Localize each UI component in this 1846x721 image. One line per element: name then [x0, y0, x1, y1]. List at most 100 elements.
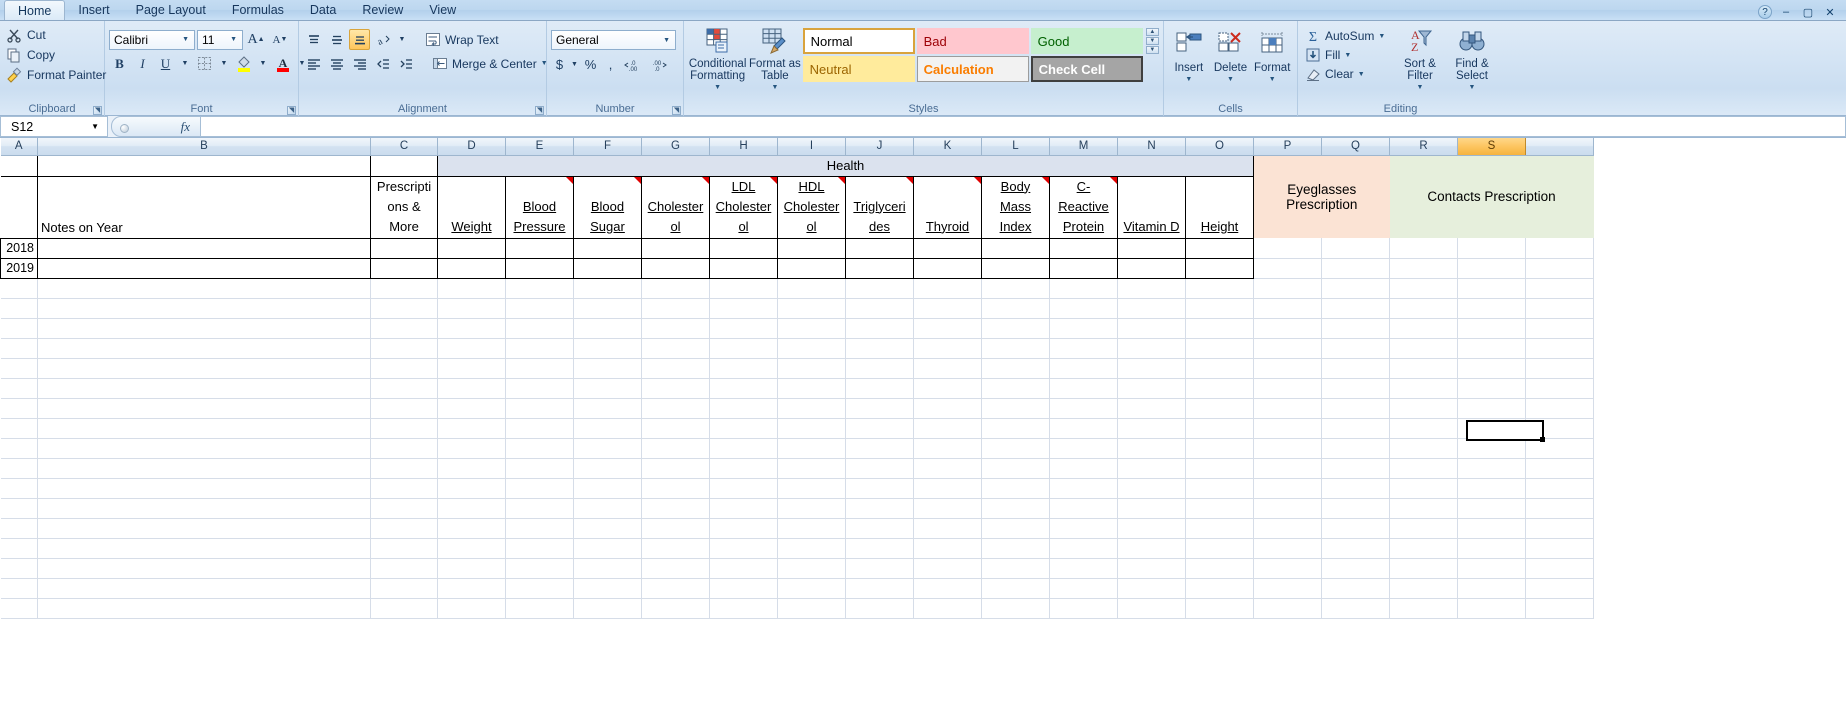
grid-cell[interactable]	[573, 398, 642, 419]
grid-cell[interactable]	[845, 458, 914, 479]
grid-cell[interactable]	[1049, 438, 1118, 459]
grid-cell[interactable]	[505, 418, 574, 439]
grid-cell[interactable]	[0, 458, 38, 479]
grid-cell[interactable]	[370, 278, 438, 299]
grid-cell[interactable]	[1253, 578, 1322, 599]
grid-cell[interactable]	[1049, 298, 1118, 319]
blood-sugar-cell-2019[interactable]	[573, 257, 642, 279]
grid-cell[interactable]	[709, 398, 778, 419]
grid-cell[interactable]	[1389, 318, 1458, 339]
grid-cell[interactable]	[573, 358, 642, 379]
grid-cell[interactable]	[981, 558, 1050, 579]
column-header-k[interactable]: K	[913, 138, 982, 156]
grid-cell[interactable]	[37, 518, 371, 539]
bmi-cell-2018[interactable]	[981, 237, 1050, 259]
grid-cell[interactable]	[981, 318, 1050, 339]
grid-cell[interactable]	[1117, 538, 1186, 559]
increase-decimal-icon[interactable]: .0.00	[621, 54, 645, 75]
grid-cell[interactable]	[1321, 338, 1390, 359]
column-header-a[interactable]: A	[0, 138, 38, 156]
grid-cell[interactable]	[641, 538, 710, 559]
grid-cell[interactable]	[573, 298, 642, 319]
grid-cell[interactable]	[913, 398, 982, 419]
grid-cell[interactable]	[845, 358, 914, 379]
grid-cell[interactable]	[981, 418, 1050, 439]
grid-cell[interactable]	[1457, 598, 1526, 619]
column-header-l[interactable]: L	[981, 138, 1050, 156]
grid-cell[interactable]	[913, 378, 982, 399]
vitamin-d-cell-2019[interactable]	[1117, 257, 1186, 279]
chevron-down-icon[interactable]: ▼	[91, 122, 99, 131]
grid-cell[interactable]	[1117, 478, 1186, 499]
grid-cell[interactable]	[1525, 338, 1594, 359]
grid-cell[interactable]	[1185, 458, 1254, 479]
filler-cell-2019[interactable]	[1525, 258, 1594, 279]
grid-cell[interactable]	[641, 418, 710, 439]
tab-view[interactable]: View	[416, 0, 469, 20]
grid-cell[interactable]	[0, 278, 38, 299]
grid-cell[interactable]	[981, 598, 1050, 619]
grid-cell[interactable]	[0, 558, 38, 579]
grid-cell[interactable]	[1457, 538, 1526, 559]
clipboard-dialog-launcher[interactable]: ◥	[93, 106, 102, 115]
height-cell-2018[interactable]	[1185, 237, 1254, 259]
grid-cell[interactable]	[913, 518, 982, 539]
grid-cell[interactable]	[370, 478, 438, 499]
year-cell-2018[interactable]: 2018	[0, 237, 38, 259]
grid-cell[interactable]	[37, 298, 371, 319]
grid-cell[interactable]	[505, 318, 574, 339]
grid-cell[interactable]	[505, 378, 574, 399]
grid-cell[interactable]	[0, 538, 38, 559]
grid-cell[interactable]	[1457, 278, 1526, 299]
grid-cell[interactable]	[1117, 598, 1186, 619]
contacts-cell-2019-s[interactable]	[1457, 258, 1526, 279]
grid-cell[interactable]	[709, 298, 778, 319]
grid-cell[interactable]	[709, 478, 778, 499]
grid-cell[interactable]	[777, 598, 846, 619]
grid-cell[interactable]	[1389, 458, 1458, 479]
notes-cell-2019[interactable]	[37, 257, 371, 279]
grid-cell[interactable]	[1117, 458, 1186, 479]
grid-cell[interactable]	[1457, 498, 1526, 519]
grid-cell[interactable]	[709, 538, 778, 559]
vitamin-d-cell-2018[interactable]	[1117, 237, 1186, 259]
grid-cell[interactable]	[0, 478, 38, 499]
ldl-cholesterol-header[interactable]: LDL Cholester ol	[709, 175, 778, 239]
grid-cell[interactable]	[1253, 438, 1322, 459]
style-bad[interactable]: Bad	[916, 28, 1029, 54]
grid-cell[interactable]	[845, 598, 914, 619]
grid-cell[interactable]	[1321, 598, 1390, 619]
crp-cell-2019[interactable]	[1049, 257, 1118, 279]
gallery-scrollbar[interactable]: ▲ ▼ ▼	[1145, 28, 1159, 55]
column-header-q[interactable]: Q	[1321, 138, 1390, 156]
column-header-p[interactable]: P	[1253, 138, 1322, 156]
grid-cell[interactable]	[437, 338, 506, 359]
grid-cell[interactable]	[845, 278, 914, 299]
grid-cell[interactable]	[981, 298, 1050, 319]
grid-cell[interactable]	[1185, 558, 1254, 579]
grid-cell[interactable]	[370, 518, 438, 539]
style-normal[interactable]: Normal	[802, 28, 915, 54]
grid-cell[interactable]	[1525, 578, 1594, 599]
weight-header[interactable]: Weight	[437, 175, 506, 239]
grid-cell[interactable]	[777, 358, 846, 379]
grid-cell[interactable]	[1525, 518, 1594, 539]
format-painter-button[interactable]: Format Painter	[4, 66, 110, 84]
grid-cell[interactable]	[573, 518, 642, 539]
fill-color-icon[interactable]	[233, 53, 254, 74]
grid-cell[interactable]	[1457, 578, 1526, 599]
grid-cell[interactable]	[1389, 398, 1458, 419]
grid-cell[interactable]	[1321, 378, 1390, 399]
grid-cell[interactable]	[0, 318, 38, 339]
thyroid-header[interactable]: Thyroid	[913, 175, 982, 239]
grid-cell[interactable]	[913, 558, 982, 579]
grid-cell[interactable]	[1049, 318, 1118, 339]
contacts-cell-2018-r[interactable]	[1389, 238, 1458, 259]
orientation-icon[interactable]: a	[372, 29, 393, 50]
tab-data[interactable]: Data	[297, 0, 349, 20]
ldl-cell-2018[interactable]	[709, 237, 778, 259]
grid-cell[interactable]	[1049, 598, 1118, 619]
triglycerides-cell-2018[interactable]	[845, 237, 914, 259]
grid-cell[interactable]	[437, 538, 506, 559]
grid-cell[interactable]	[1049, 478, 1118, 499]
